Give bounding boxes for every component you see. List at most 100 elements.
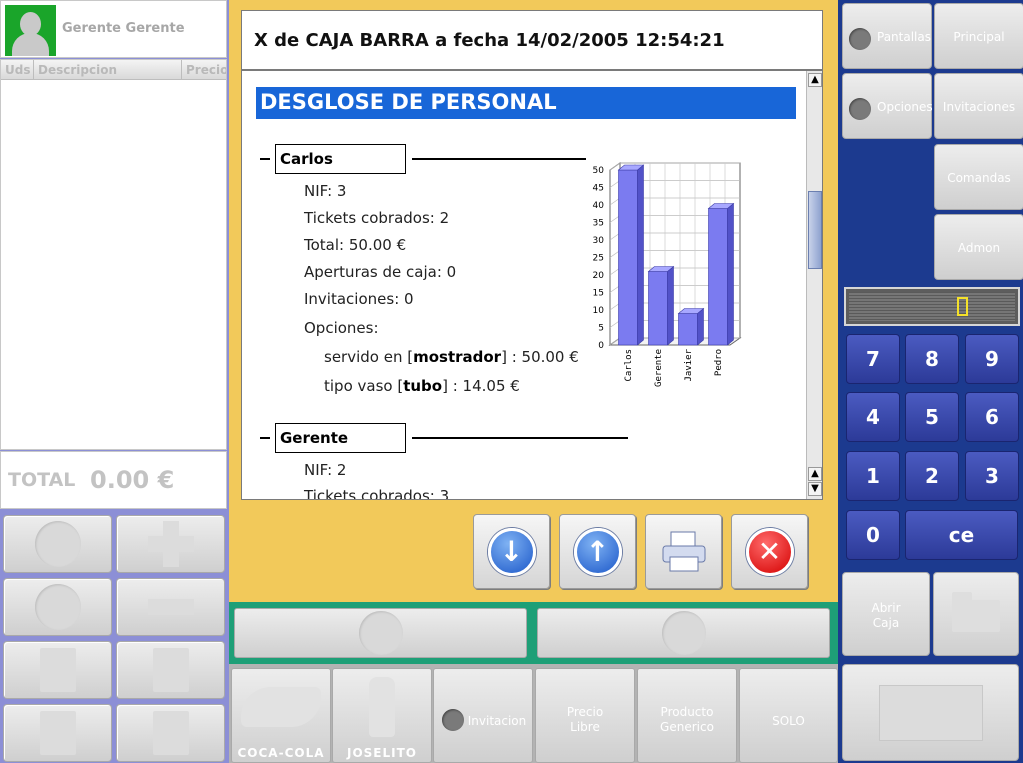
chart-category-label: Pedro bbox=[714, 349, 724, 376]
copy-button[interactable] bbox=[3, 704, 112, 762]
key-4[interactable]: 4 bbox=[846, 392, 900, 442]
printer-icon bbox=[662, 531, 706, 572]
list-button[interactable] bbox=[3, 641, 112, 699]
scroll-up-page-button[interactable]: ↑ bbox=[559, 514, 636, 589]
key-0[interactable]: 0 bbox=[846, 510, 900, 560]
document-icon bbox=[152, 648, 189, 692]
print-report-button[interactable] bbox=[645, 514, 722, 589]
circle-icon bbox=[358, 611, 403, 655]
invitacion-button[interactable]: Invitacion bbox=[433, 668, 533, 763]
option-2-key: tubo bbox=[403, 377, 443, 395]
bottle-brand-label: JOSELITO bbox=[346, 746, 417, 760]
abrir-caja-button[interactable]: Abrir Caja bbox=[842, 572, 930, 656]
pantallas-button[interactable]: Pantallas bbox=[842, 3, 932, 69]
rectangle-icon bbox=[878, 684, 983, 741]
add-item-button[interactable] bbox=[116, 515, 225, 573]
tickets-bar-chart: 0 5 10 15 20 25 30 35 40 45 50 Carlos Gerente Javier P… bbox=[593, 162, 742, 387]
key-6[interactable]: 6 bbox=[965, 392, 1019, 442]
scroll-thumb[interactable] bbox=[808, 191, 822, 269]
section-title: DESGLOSE DE PERSONAL bbox=[256, 87, 796, 119]
left-action-button-1[interactable] bbox=[3, 515, 112, 573]
option-1-suffix: ] : 50.00 € bbox=[501, 348, 579, 366]
copy-icon bbox=[39, 711, 76, 755]
solo-button[interactable]: SOLO bbox=[739, 668, 838, 763]
key-2[interactable]: 2 bbox=[905, 451, 959, 501]
list-icon bbox=[39, 648, 76, 692]
left-action-button-2[interactable] bbox=[3, 578, 112, 636]
arrow-down-icon: ↓ bbox=[487, 527, 536, 576]
invitaciones-button[interactable]: Invitaciones bbox=[934, 73, 1023, 139]
scroll-up-button[interactable]: ▲ bbox=[808, 73, 822, 87]
minus-icon bbox=[147, 599, 194, 615]
precio-libre-button[interactable]: Precio Libre bbox=[535, 668, 635, 763]
quick-button-2[interactable] bbox=[537, 608, 830, 658]
producto-generico-label: Producto Generico bbox=[660, 705, 714, 734]
chart-bar-side bbox=[727, 202, 734, 346]
scroll-down-page-button[interactable]: ↓ bbox=[473, 514, 550, 589]
report-scrollbar[interactable]: ▲ ▲ ▼ bbox=[806, 71, 822, 499]
chart-bar bbox=[708, 208, 728, 346]
invitaciones-label: Invitaciones bbox=[942, 100, 1016, 114]
report-header: X de CAJA BARRA a fecha 14/02/2005 12:54… bbox=[241, 10, 823, 70]
close-report-button[interactable]: ✕ bbox=[731, 514, 808, 589]
column-header-descripcion[interactable]: Descripcion bbox=[34, 60, 182, 79]
report-content: DESGLOSE DE PERSONAL Carlos NIF: 3 Ticke… bbox=[242, 71, 806, 499]
scroll-up-button-2[interactable]: ▲ bbox=[808, 467, 822, 481]
key-8[interactable]: 8 bbox=[905, 334, 959, 384]
comandas-button[interactable]: Comandas bbox=[934, 144, 1023, 210]
producto-generico-button[interactable]: Producto Generico bbox=[637, 668, 737, 763]
coca-cola-button[interactable]: COCA-COLA bbox=[231, 668, 331, 763]
coca-cola-label: COCA-COLA bbox=[237, 746, 325, 760]
principal-button[interactable]: Principal bbox=[934, 3, 1023, 69]
key-1[interactable]: 1 bbox=[846, 451, 900, 501]
key-5[interactable]: 5 bbox=[905, 392, 959, 442]
opciones-label: Opciones bbox=[877, 100, 933, 114]
invitacion-label: Invitacion bbox=[467, 714, 527, 728]
coca-cola-logo-icon bbox=[241, 687, 321, 727]
scroll-down-button[interactable]: ▼ bbox=[808, 482, 822, 496]
chart-y-tick-label: 15 bbox=[593, 289, 604, 299]
print-ticket-button[interactable] bbox=[116, 704, 225, 762]
solo-label: SOLO bbox=[772, 714, 805, 728]
column-header-uds[interactable]: Uds bbox=[1, 60, 34, 79]
pantallas-label: Pantallas bbox=[877, 30, 931, 44]
key-9[interactable]: 9 bbox=[965, 334, 1019, 384]
circle-icon bbox=[34, 584, 81, 630]
chart-y-tick-label: 25 bbox=[593, 254, 604, 264]
option-1-prefix: servido en [ bbox=[324, 348, 414, 366]
employee-tickets: Tickets cobrados: 2 bbox=[304, 209, 450, 227]
keypad-display bbox=[844, 287, 1020, 326]
open-folder-button[interactable] bbox=[933, 572, 1019, 656]
opciones-button[interactable]: Opciones bbox=[842, 73, 933, 139]
admon-button[interactable]: Admon bbox=[934, 214, 1023, 280]
chart-bar bbox=[648, 271, 668, 346]
chart-category-label: Carlos bbox=[624, 349, 634, 382]
chart-y-tick-label: 50 bbox=[593, 166, 605, 176]
plus-icon bbox=[147, 521, 194, 567]
employee-aperturas: Aperturas de caja: 0 bbox=[304, 263, 457, 281]
document-button[interactable] bbox=[116, 641, 225, 699]
chart-bar bbox=[678, 313, 698, 346]
report-viewer[interactable]: DESGLOSE DE PERSONAL Carlos NIF: 3 Ticke… bbox=[241, 70, 823, 500]
principal-label: Principal bbox=[953, 30, 1005, 44]
large-action-button[interactable] bbox=[842, 664, 1019, 761]
chart-bar-side bbox=[637, 164, 644, 346]
bottle-product-button[interactable]: JOSELITO bbox=[332, 668, 432, 763]
admon-label: Admon bbox=[957, 241, 1001, 255]
key-clear[interactable]: ce bbox=[905, 510, 1018, 560]
printer-icon bbox=[152, 711, 189, 755]
order-list[interactable]: Uds Descripcion Precio bbox=[0, 59, 227, 450]
remove-item-button[interactable] bbox=[116, 578, 225, 636]
column-header-precio[interactable]: Precio bbox=[182, 60, 226, 79]
control-panel: Pantallas Principal Opciones Invitacione… bbox=[838, 0, 1023, 763]
key-3[interactable]: 3 bbox=[965, 451, 1019, 501]
chart-y-tick-label: 45 bbox=[593, 184, 604, 194]
tree-dash bbox=[260, 158, 270, 160]
order-panel: Gerente Gerente Uds Descripcion Precio T… bbox=[0, 0, 229, 763]
quick-button-1[interactable] bbox=[234, 608, 527, 658]
chart-bar bbox=[618, 169, 638, 346]
key-7[interactable]: 7 bbox=[846, 334, 900, 384]
employee-name: Carlos bbox=[275, 144, 406, 174]
option-2-prefix: tipo vaso [ bbox=[324, 377, 404, 395]
employee-invitaciones: Invitaciones: 0 bbox=[304, 290, 414, 308]
